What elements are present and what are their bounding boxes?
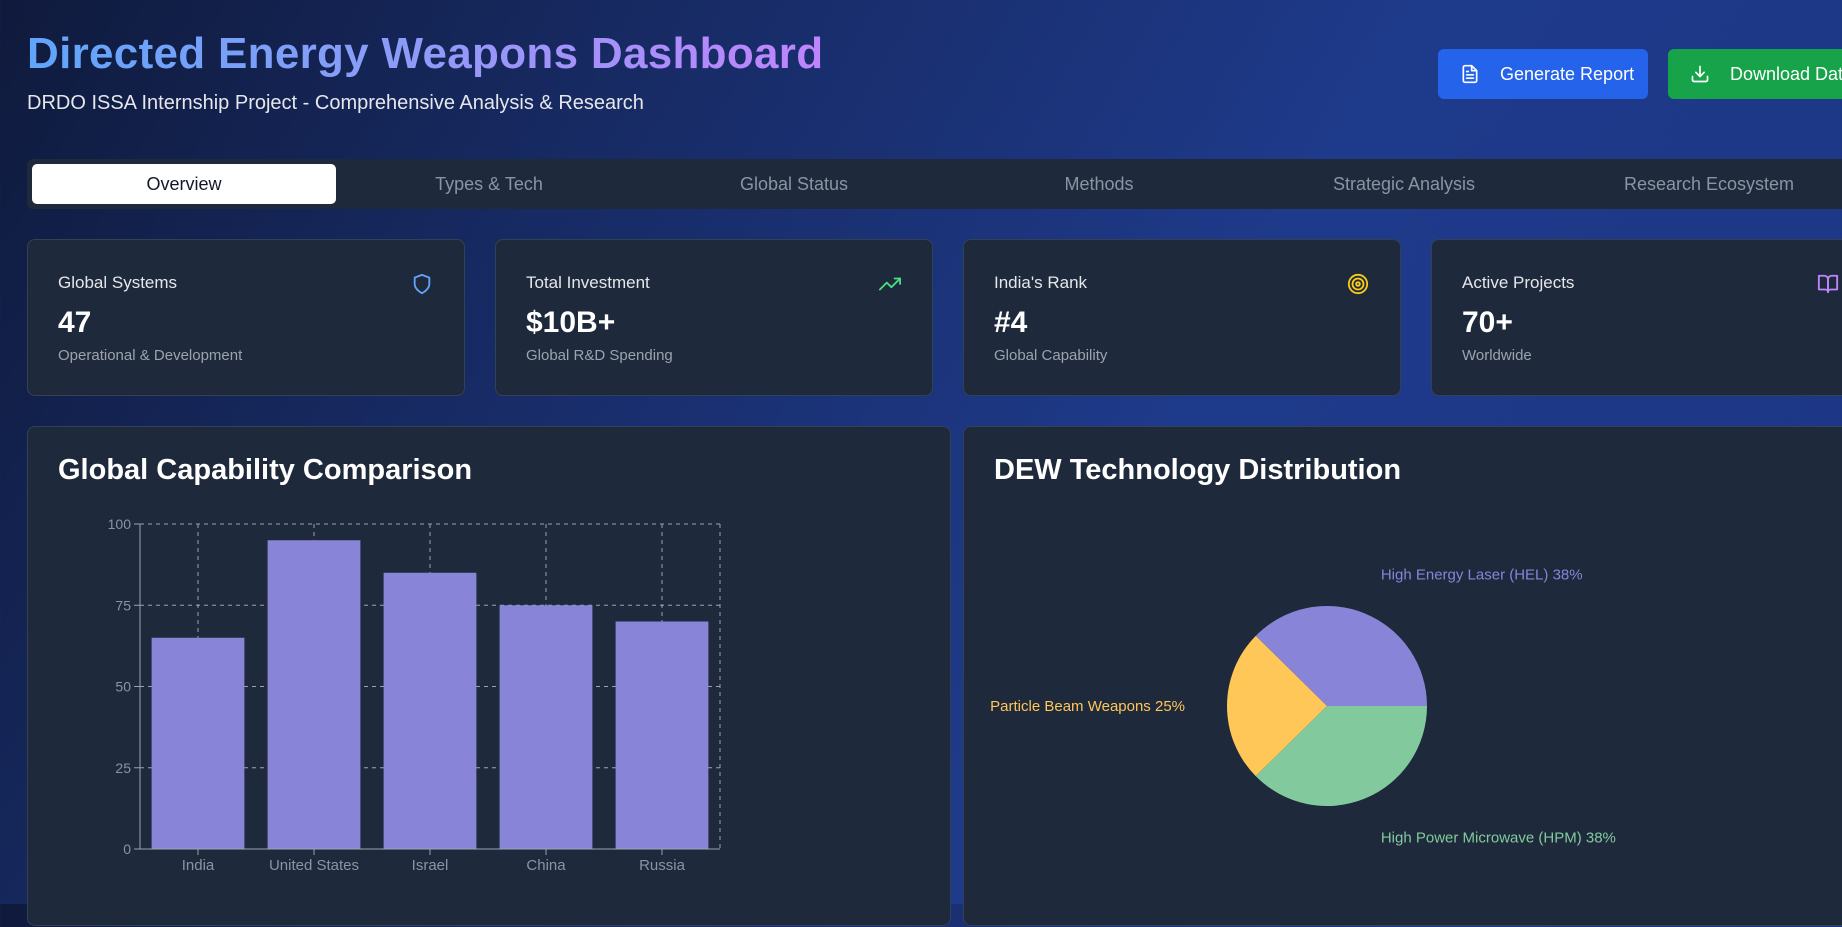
stat-card-global-systems: Global Systems 47 Operational & Developm… [27, 239, 465, 396]
stat-label: Active Projects [1462, 273, 1575, 292]
technology-pie-chart: High Energy Laser (HEL) 38% Particle Beam… [990, 567, 1616, 847]
stat-value: $10B+ [526, 306, 616, 339]
page-title: Directed Energy Weapons Dashboard [27, 26, 823, 82]
stat-subtext: Worldwide [1462, 347, 1532, 364]
download-data-button[interactable]: Download Data [1668, 49, 1842, 99]
capability-bar-chart: 0 25 50 75 100 India United States Israel China R… [108, 516, 721, 874]
y-tick-label: 0 [123, 841, 131, 857]
file-text-icon [1462, 64, 1478, 84]
x-tick-label: China [526, 857, 566, 874]
shield-icon [413, 273, 431, 295]
pie-slice-label: Particle Beam Weapons 25% [990, 698, 1185, 715]
stat-value: 70+ [1462, 306, 1513, 339]
x-tick-label: India [182, 857, 215, 874]
book-icon [1817, 274, 1839, 294]
generate-report-label: Generate Report [1500, 63, 1635, 84]
technology-distribution-panel: DEW Technology Distribution High Energy … [963, 426, 1842, 926]
y-tick-label: 50 [115, 679, 131, 695]
page-subtitle: DRDO ISSA Internship Project - Comprehen… [27, 92, 644, 114]
stat-value: 47 [58, 306, 92, 339]
stat-label: Total Investment [526, 273, 650, 292]
x-tick-label: United States [269, 857, 359, 874]
tab-methods[interactable]: Methods [947, 164, 1251, 204]
x-tick-label: Israel [412, 857, 449, 874]
pie-slice-label: High Energy Laser (HEL) 38% [1381, 567, 1583, 584]
target-icon [1347, 273, 1369, 295]
tab-strategic-analysis[interactable]: Strategic Analysis [1252, 164, 1556, 204]
stat-card-active-projects: Active Projects 70+ Worldwide [1431, 239, 1842, 396]
x-tick-label: Russia [639, 857, 686, 874]
generate-report-button[interactable]: Generate Report [1438, 49, 1648, 99]
bar-united-states[interactable] [267, 540, 361, 849]
bar-russia[interactable] [615, 621, 709, 850]
download-data-label: Download Data [1730, 63, 1842, 84]
stat-subtext: Global Capability [994, 347, 1108, 364]
trending-up-icon [879, 277, 901, 291]
tab-types-tech[interactable]: Types & Tech [337, 164, 641, 204]
y-tick-label: 100 [108, 516, 132, 532]
bar-india[interactable] [151, 637, 245, 849]
stat-label: Global Systems [58, 273, 178, 292]
tab-research-ecosystem[interactable]: Research Ecosystem [1557, 164, 1842, 204]
tab-bar: Overview Types & Tech Global Status Meth… [27, 159, 1842, 209]
stat-subtext: Operational & Development [58, 347, 243, 364]
y-tick-label: 25 [115, 760, 131, 776]
stat-subtext: Global R&D Spending [526, 347, 673, 364]
pie-slice-label: High Power Microwave (HPM) 38% [1381, 829, 1616, 846]
download-icon [1691, 65, 1709, 83]
stat-card-india-rank: India's Rank #4 Global Capability [963, 239, 1401, 396]
stat-value: #4 [994, 306, 1028, 339]
capability-comparison-panel: Global Capability Comparison 0 25 50 75 100 I… [27, 426, 951, 926]
bar-china[interactable] [499, 605, 593, 849]
bar-israel[interactable] [383, 572, 477, 849]
stat-label: India's Rank [994, 273, 1088, 292]
tab-overview[interactable]: Overview [32, 164, 336, 204]
tab-global-status[interactable]: Global Status [642, 164, 946, 204]
stat-card-total-investment: Total Investment $10B+ Global R&D Spendi… [495, 239, 933, 396]
y-tick-label: 75 [115, 597, 131, 613]
